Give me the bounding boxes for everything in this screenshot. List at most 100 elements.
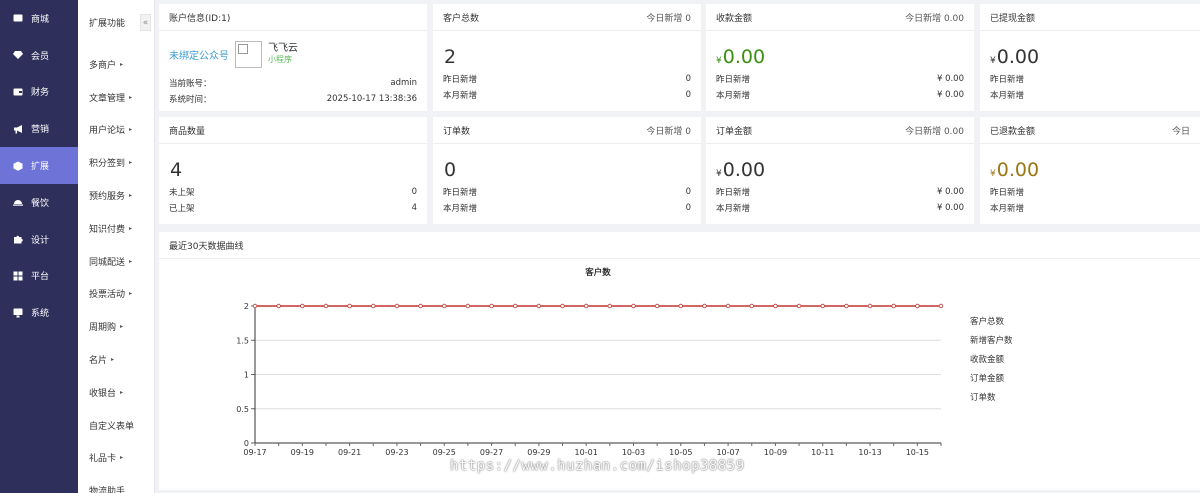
currency-symbol: ¥ — [716, 56, 722, 66]
sub-nav-item-0[interactable]: 多商户 ▸ — [78, 48, 154, 81]
caret-right-icon: ▸ — [129, 159, 133, 167]
nav-item-3[interactable]: 营销 — [0, 110, 78, 147]
data-point — [702, 303, 707, 309]
stat-value: ¥0.00 — [716, 46, 766, 68]
sub-nav-item-label: 物流助手 — [89, 487, 126, 493]
stat-card-header: 商品数量 — [159, 117, 427, 144]
grid-icon — [12, 270, 24, 282]
stat-card: 商品数量 4 未上架 0 已上架 4 — [159, 117, 427, 224]
y-tick-label: 1.5 — [236, 336, 249, 345]
main-nav: 商城会员财务营销扩展餐饮设计平台系统 — [0, 0, 78, 493]
caret-right-icon: ▸ — [111, 356, 115, 364]
sub-nav-item-label: 多商户 — [89, 60, 117, 71]
sub-nav-item-4[interactable]: 预约服务 ▸ — [78, 179, 154, 212]
data-point — [536, 303, 542, 309]
stat-card-header: 收款金额 今日新增 0.00 — [706, 4, 974, 31]
data-point — [773, 303, 778, 309]
data-point — [513, 303, 518, 309]
nav-item-0[interactable]: 商城 — [0, 0, 78, 37]
stat-card-header: 订单数 今日新增 0 — [433, 117, 701, 144]
nav-item-2[interactable]: 财务 — [0, 74, 78, 111]
data-point — [607, 303, 613, 309]
chart-card: 最近30天数据曲线 客户数 0 0.5 1 1.5 2 09-17 09-19 09-21 09-… — [159, 232, 1200, 490]
data-point — [796, 303, 802, 309]
stat-title: 已退款金额 — [990, 126, 1036, 137]
stat-row: 昨日新增 0 — [443, 74, 691, 85]
nav-item-7[interactable]: 平台 — [0, 258, 78, 295]
sub-nav-item-3[interactable]: 积分签到 ▸ — [78, 146, 154, 179]
sub-nav-item-12[interactable]: 礼品卡 ▸ — [78, 442, 154, 475]
x-tick-label: 10-05 — [669, 448, 692, 457]
stat-card: 已提现金额 ¥0.00 昨日新增 本月新增 — [980, 4, 1200, 111]
stat-row: 本月新增 ¥ 0.00 — [716, 90, 964, 101]
sub-nav-item-6[interactable]: 同城配送 ▸ — [78, 245, 154, 278]
stat-today: 今日新增 0 — [646, 13, 691, 24]
sub-nav-item-7[interactable]: 投票活动 ▸ — [78, 278, 154, 311]
sub-nav-item-5[interactable]: 知识付费 ▸ — [78, 212, 154, 245]
collapse-icon[interactable]: « — [140, 14, 151, 31]
nav-item-1[interactable]: 会员 — [0, 37, 78, 74]
stat-today: 今日新增 0 — [646, 126, 691, 137]
stat-card: 订单金额 今日新增 0.00 ¥0.00 昨日新增 ¥ 0.00 本月新增 ¥ 0.00 — [706, 117, 974, 224]
sub-nav-item-11[interactable]: 自定义表单 — [78, 409, 154, 442]
app-type: 小程序 — [268, 55, 292, 64]
sub-nav-item-9[interactable]: 名片 ▸ — [78, 343, 154, 376]
mail-icon — [12, 12, 24, 24]
x-tick-label: 09-19 — [291, 448, 314, 457]
stat-card-header: 客户总数 今日新增 0 — [433, 4, 701, 31]
nav-item-label: 会员 — [31, 51, 50, 62]
account-card-header: 账户信息(ID:1) — [159, 4, 427, 31]
sub-nav-item-label: 同城配送 — [89, 257, 126, 268]
nav-item-label: 财务 — [31, 88, 50, 99]
sub-nav-item-13[interactable]: 物流助手 — [78, 474, 154, 493]
caret-right-icon: ▸ — [129, 257, 133, 265]
nav-item-label: 营销 — [31, 125, 50, 136]
y-tick-label: 1 — [244, 371, 249, 380]
x-tick-label: 09-21 — [338, 448, 361, 457]
stat-row: 未上架 0 — [169, 187, 417, 198]
stat-card: 收款金额 今日新增 0.00 ¥0.00 昨日新增 ¥ 0.00 本月新增 ¥ 0.00 — [706, 4, 974, 111]
currency-symbol: ¥ — [990, 169, 996, 179]
stat-row: 本月新增 0 — [443, 203, 691, 214]
stat-value: ¥0.00 — [990, 46, 1040, 68]
sub-nav: 扩展功能 « 多商户 ▸ 文章管理 ▸ 用户论坛 ▸ 积分签到 ▸ 预约服务 ▸ 知识付费 ▸ 同城配送… — [78, 0, 155, 493]
nav-item-label: 扩展 — [31, 162, 50, 173]
nav-item-8[interactable]: 系统 — [0, 294, 78, 331]
nav-item-label: 设计 — [31, 235, 50, 246]
puzzle-icon — [12, 233, 24, 245]
wallet-icon — [12, 86, 24, 98]
diamond-icon — [12, 49, 24, 61]
data-point — [489, 303, 494, 309]
data-point — [678, 303, 683, 309]
data-point — [371, 303, 376, 309]
sub-nav-item-label: 投票活动 — [89, 290, 126, 301]
stat-title: 订单数 — [443, 126, 471, 137]
bind-official-account-link[interactable]: 未绑定公众号 — [169, 47, 229, 62]
nav-item-4[interactable]: 扩展 — [0, 147, 78, 184]
nav-item-6[interactable]: 设计 — [0, 221, 78, 258]
data-point — [252, 303, 258, 309]
data-point — [323, 303, 329, 309]
data-point — [347, 303, 352, 309]
stat-value: ¥0.00 — [716, 159, 766, 181]
megaphone-icon — [12, 123, 24, 135]
account-card: 账户信息(ID:1) 未绑定公众号 飞飞云 小程序 当前账号： admin 系统… — [159, 4, 427, 111]
caret-right-icon: ▸ — [129, 126, 133, 134]
cloche-icon — [12, 196, 24, 208]
stat-card: 订单数 今日新增 0 0 昨日新增 0 本月新增 0 — [433, 117, 701, 224]
data-point — [820, 303, 825, 309]
sub-nav-item-8[interactable]: 周期购 ▸ — [78, 310, 154, 343]
nav-item-5[interactable]: 餐饮 — [0, 184, 78, 221]
sub-nav-item-1[interactable]: 文章管理 ▸ — [78, 81, 154, 114]
data-point — [725, 303, 731, 309]
sub-nav-list: 多商户 ▸ 文章管理 ▸ 用户论坛 ▸ 积分签到 ▸ 预约服务 ▸ 知识付费 ▸ 同城配送 ▸ 投票活动 ▸ 周… — [78, 48, 154, 493]
sub-nav-item-label: 名片 — [89, 356, 108, 367]
sub-nav-item-10[interactable]: 收银台 ▸ — [78, 376, 154, 409]
sub-nav-item-2[interactable]: 用户论坛 ▸ — [78, 114, 154, 147]
x-tick-label: 10-09 — [764, 448, 787, 457]
stat-card: 已退款金额 今日 ¥0.00 昨日新增 本月新增 — [980, 117, 1200, 224]
y-tick-label: 0 — [244, 439, 249, 448]
x-tick-label: 09-17 — [243, 448, 266, 457]
nav-item-label: 平台 — [31, 272, 50, 283]
legend-item: 订单金额 — [970, 373, 1005, 384]
